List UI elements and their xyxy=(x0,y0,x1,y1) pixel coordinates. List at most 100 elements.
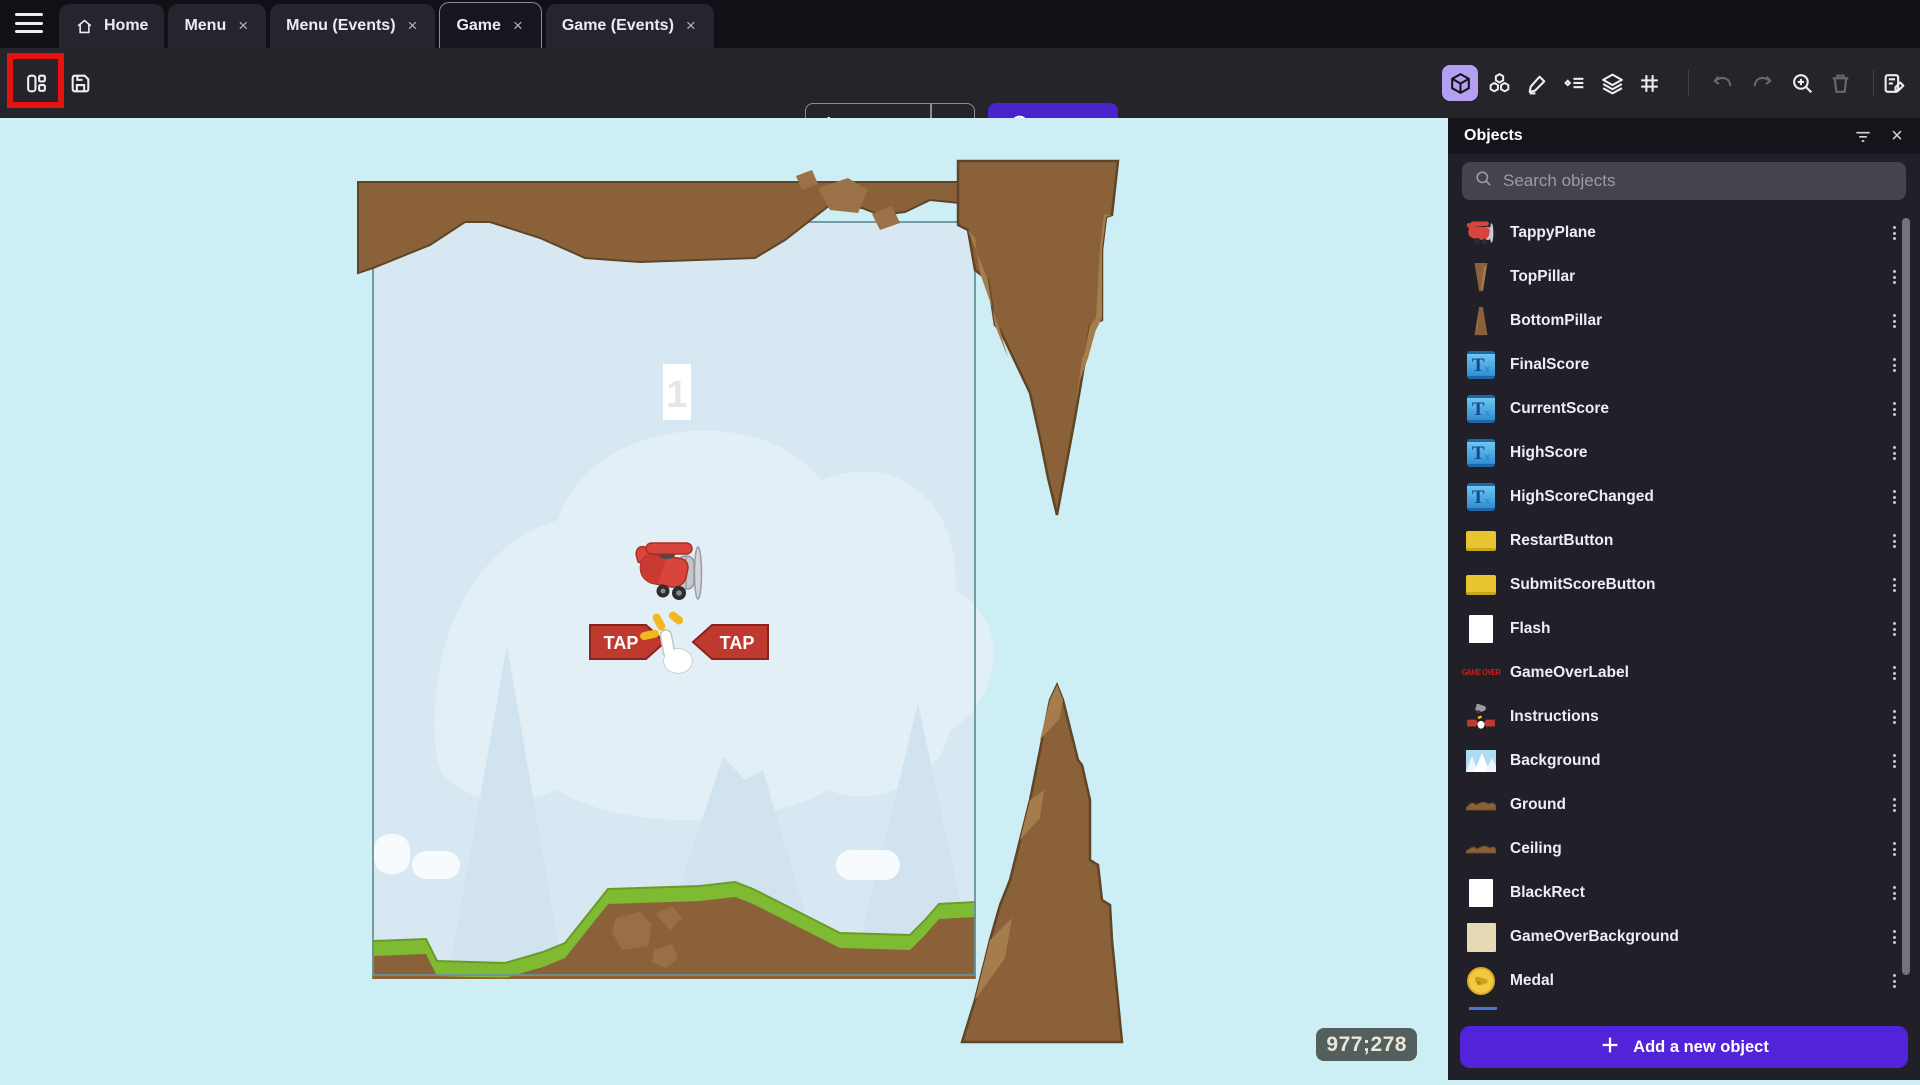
hamburger-menu-icon[interactable] xyxy=(15,13,43,35)
object-name: CurrentScore xyxy=(1510,400,1893,418)
layers-icon[interactable] xyxy=(1594,65,1630,101)
grid-icon[interactable] xyxy=(1631,65,1667,101)
tab-label: Menu xyxy=(184,17,226,35)
objects-group-icon[interactable] xyxy=(1481,65,1517,101)
object-row-medal[interactable]: Medal xyxy=(1448,959,1910,1003)
row-menu-icon[interactable] xyxy=(1893,534,1896,548)
object-name: Ceiling xyxy=(1510,840,1893,858)
object-row-toppillar[interactable]: TopPillar xyxy=(1448,255,1910,299)
object-row-restartbutton[interactable]: RestartButton xyxy=(1448,519,1910,563)
row-menu-icon[interactable] xyxy=(1893,710,1896,724)
cursor-coordinates-badge: 977;278 xyxy=(1316,1028,1417,1061)
object-name: HighScore xyxy=(1510,444,1893,462)
delete-icon[interactable] xyxy=(1822,65,1858,101)
object-name: Instructions xyxy=(1510,708,1893,726)
tab-close-icon[interactable]: × xyxy=(406,16,420,36)
row-menu-icon[interactable] xyxy=(1893,798,1896,812)
objects-panel-header: Objects × xyxy=(1448,118,1920,154)
row-menu-icon[interactable] xyxy=(1893,270,1896,284)
object-row-highscore[interactable]: Tx HighScore xyxy=(1448,431,1910,475)
object-row-highscorechanged[interactable]: Tx HighScoreChanged xyxy=(1448,475,1910,519)
row-menu-icon[interactable] xyxy=(1893,622,1896,636)
tab-close-icon[interactable]: × xyxy=(684,16,698,36)
object-row-background[interactable]: Background xyxy=(1448,739,1910,783)
home-icon xyxy=(75,17,94,36)
events-editor-icon[interactable] xyxy=(1876,65,1912,101)
tab-label: Home xyxy=(104,17,148,35)
object-row-blackrect[interactable]: BlackRect xyxy=(1448,871,1910,915)
object-row-ceiling[interactable]: Ceiling xyxy=(1448,827,1910,871)
search-input[interactable] xyxy=(1503,171,1894,191)
tab-close-icon[interactable]: × xyxy=(236,16,250,36)
edit-icon[interactable] xyxy=(1519,65,1555,101)
row-menu-icon[interactable] xyxy=(1893,402,1896,416)
tan-rect-icon xyxy=(1466,922,1496,952)
panel-scrollbar[interactable] xyxy=(1902,218,1910,975)
tab-menu[interactable]: Menu × xyxy=(168,4,266,48)
object-row-currentscore[interactable]: Tx CurrentScore xyxy=(1448,387,1910,431)
row-menu-icon[interactable] xyxy=(1893,358,1896,372)
object-name: TopPillar xyxy=(1510,268,1893,286)
objects-panel: Objects × TappyPlane TopPillar xyxy=(1448,118,1920,1080)
object-name: Background xyxy=(1510,752,1893,770)
object-row-tappyplane[interactable]: TappyPlane xyxy=(1448,211,1910,255)
row-menu-icon[interactable] xyxy=(1893,666,1896,680)
zoom-in-icon[interactable] xyxy=(1784,65,1820,101)
redo-icon[interactable] xyxy=(1744,65,1780,101)
top-tab-bar: Home Menu × Menu (Events) × Game × Game … xyxy=(0,0,1920,48)
object-row-bottompillar[interactable]: BottomPillar xyxy=(1448,299,1910,343)
object-name: Ground xyxy=(1510,796,1893,814)
row-menu-icon[interactable] xyxy=(1893,446,1896,460)
plane-sprite-icon xyxy=(1466,218,1496,248)
tab-home[interactable]: Home xyxy=(59,4,164,48)
bottom-pillar-icon xyxy=(1466,306,1496,336)
add-new-object-button[interactable]: Add a new object xyxy=(1460,1026,1908,1068)
tab-menu-events[interactable]: Menu (Events) × xyxy=(270,4,435,48)
row-menu-icon[interactable] xyxy=(1893,974,1896,988)
cloud-puff xyxy=(412,851,460,879)
bottom-pillar-object[interactable] xyxy=(962,685,1122,1042)
undo-icon[interactable] xyxy=(1704,65,1740,101)
object-name: RestartButton xyxy=(1510,532,1893,550)
object-name: HighScoreChanged xyxy=(1510,488,1893,506)
row-menu-icon[interactable] xyxy=(1893,578,1896,592)
instances-list-icon[interactable] xyxy=(1556,65,1592,101)
tab-game[interactable]: Game × xyxy=(439,2,541,48)
medal-coin-icon xyxy=(1466,966,1496,996)
row-menu-icon[interactable] xyxy=(1893,886,1896,900)
row-menu-icon[interactable] xyxy=(1893,930,1896,944)
close-icon[interactable]: × xyxy=(1880,121,1914,151)
search-icon xyxy=(1474,169,1493,193)
top-pillar-icon xyxy=(1466,262,1496,292)
tab-close-icon[interactable]: × xyxy=(511,16,525,36)
row-menu-icon[interactable] xyxy=(1893,754,1896,768)
object-row-gameoverbackground[interactable]: GameOverBackground xyxy=(1448,915,1910,959)
search-box[interactable] xyxy=(1462,162,1906,200)
row-menu-icon[interactable] xyxy=(1893,226,1896,240)
object-row-gameoverlabel[interactable]: GAME OVER GameOverLabel xyxy=(1448,651,1910,695)
ground-strip-icon xyxy=(1466,790,1496,820)
instructions-sprite-icon xyxy=(1466,702,1496,732)
tap-label: TAP xyxy=(720,633,755,653)
row-menu-icon[interactable] xyxy=(1893,842,1896,856)
object-row-ground[interactable]: Ground xyxy=(1448,783,1910,827)
object-row-instructions[interactable]: Instructions xyxy=(1448,695,1910,739)
tab-label: Menu (Events) xyxy=(286,17,395,35)
object-row-flash[interactable]: Flash xyxy=(1448,607,1910,651)
panels-icon[interactable] xyxy=(18,65,54,101)
filter-icon[interactable] xyxy=(1846,121,1880,151)
object-row-submitscorebutton[interactable]: SubmitScoreButton xyxy=(1448,563,1910,607)
top-pillar-object[interactable] xyxy=(958,161,1118,515)
row-menu-icon[interactable] xyxy=(1893,490,1896,504)
view-3d-icon[interactable] xyxy=(1442,65,1478,101)
text-object-icon: Tx xyxy=(1466,482,1496,512)
object-row-finalscore[interactable]: Tx FinalScore xyxy=(1448,343,1910,387)
scene-editor-canvas[interactable]: 1 TAP TAP xyxy=(0,118,1448,1080)
white-rect-icon xyxy=(1466,878,1496,908)
row-menu-icon[interactable] xyxy=(1893,314,1896,328)
object-name: Medal xyxy=(1510,972,1893,990)
save-icon[interactable] xyxy=(62,65,98,101)
tab-game-events[interactable]: Game (Events) × xyxy=(546,4,714,48)
object-name: TappyPlane xyxy=(1510,224,1893,242)
cloud-puff xyxy=(836,850,900,880)
